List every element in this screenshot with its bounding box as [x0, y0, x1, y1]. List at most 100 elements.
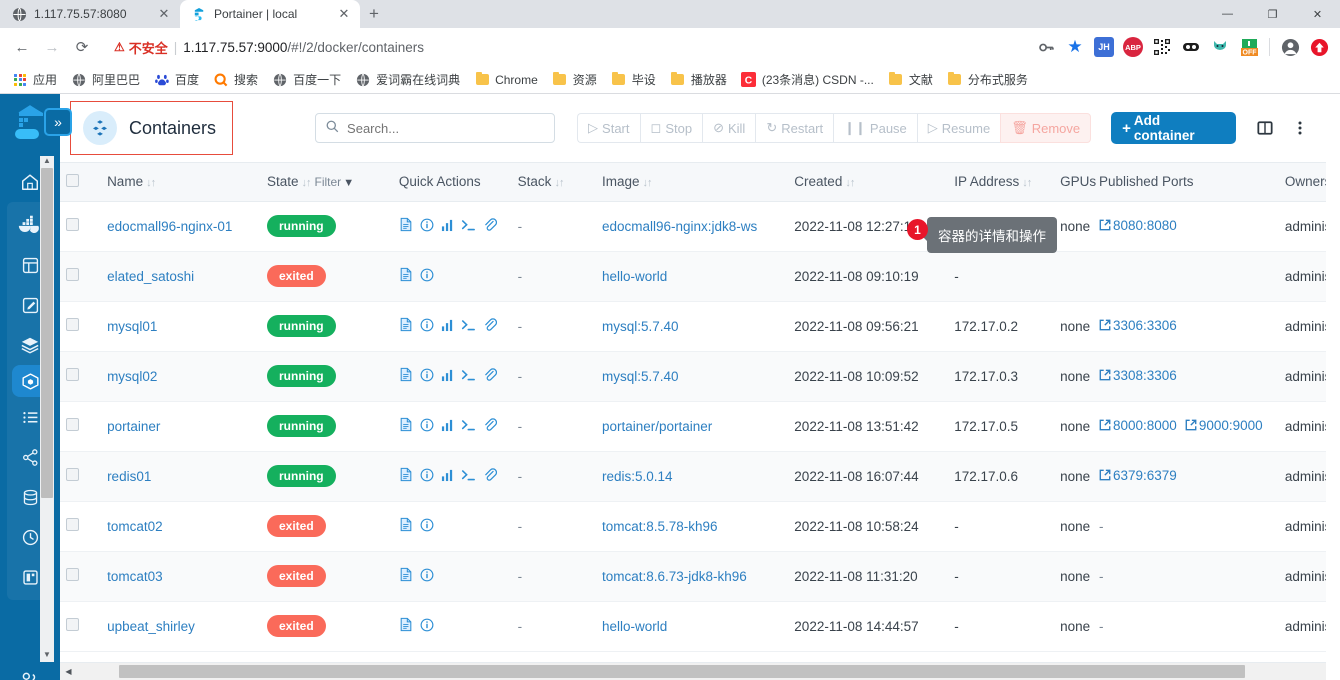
table-row[interactable]: tomcat02 exited - tomcat:8.5.78-kh96 2022-11… — [60, 501, 1326, 552]
table-row[interactable]: mysql01 running - mysql:5.7.40 2022-11-08 09… — [60, 301, 1326, 352]
column-header-stack[interactable]: Stack ↓↑ — [511, 163, 596, 202]
bookmark-fenbushi[interactable]: 分布式服务 — [941, 68, 1034, 91]
logs-icon[interactable] — [399, 217, 413, 235]
container-name-link[interactable]: tomcat03 — [107, 569, 163, 584]
image-link[interactable]: tomcat:8.6.73-jdk8-kh96 — [602, 569, 747, 584]
image-link[interactable]: portainer/portainer — [602, 419, 712, 434]
kebab-menu-icon[interactable] — [1289, 116, 1312, 140]
row-select-cell[interactable] — [60, 351, 102, 402]
profile-avatar-icon[interactable] — [1277, 34, 1303, 60]
row-checkbox[interactable] — [66, 418, 79, 431]
cell-name[interactable]: upbeat_shirley — [101, 601, 261, 652]
image-link[interactable]: tomcat:8.5.78-kh96 — [602, 519, 718, 534]
scrollbar-track[interactable] — [77, 662, 1326, 680]
table-row[interactable]: redis01 running - redis:5.0.14 2022-11-08 16… — [60, 451, 1326, 502]
bookmark-star-icon[interactable]: ★ — [1062, 34, 1088, 60]
table-row[interactable]: elated_satoshi exited - hello-world 2022-11-… — [60, 251, 1326, 302]
cell-name[interactable]: redis01 — [101, 451, 261, 502]
row-checkbox[interactable] — [66, 218, 79, 231]
attach-icon[interactable] — [483, 317, 497, 335]
table-row[interactable]: portainer running - portainer/portainer 2022… — [60, 401, 1326, 452]
cell-name[interactable]: mysql02 — [101, 351, 261, 402]
cell-name[interactable]: mysql01 — [101, 301, 261, 352]
row-checkbox[interactable] — [66, 368, 79, 381]
back-button[interactable]: ← — [8, 33, 36, 61]
row-checkbox[interactable] — [66, 268, 79, 281]
attach-icon[interactable] — [483, 367, 497, 385]
logs-icon[interactable] — [399, 467, 413, 485]
select-all-header[interactable] — [60, 163, 102, 202]
row-checkbox[interactable] — [66, 568, 79, 581]
image-link[interactable]: redis:5.0.14 — [602, 469, 673, 484]
new-tab-button[interactable]: + — [360, 0, 388, 28]
info-icon[interactable] — [420, 218, 434, 235]
attach-icon[interactable] — [483, 417, 497, 435]
close-window-button[interactable]: ✕ — [1295, 0, 1340, 28]
filter-label[interactable]: Filter — [315, 175, 342, 189]
logs-icon[interactable] — [399, 517, 413, 535]
column-header-state[interactable]: State ↓↑ Filter ▼ — [260, 163, 393, 202]
cell-name[interactable]: elated_satoshi — [101, 251, 261, 302]
row-checkbox[interactable] — [66, 318, 79, 331]
sidebar-item-users[interactable] — [8, 660, 52, 680]
bookmark-chrome[interactable]: Chrome — [468, 69, 544, 91]
published-port-link[interactable]: 9000:9000 — [1185, 418, 1263, 433]
scrollbar-thumb[interactable] — [119, 664, 1245, 678]
attach-icon[interactable] — [483, 467, 497, 485]
info-icon[interactable] — [420, 468, 434, 485]
pause-button[interactable]: ❙❙ Pause — [833, 113, 917, 143]
console-icon[interactable] — [461, 418, 476, 435]
page-vertical-scrollbar[interactable] — [1326, 94, 1340, 680]
browser-tab-1[interactable]: 1.117.75.57:8080 ✕ — [0, 0, 180, 28]
bookmark-iciba[interactable]: 爱词霸在线词典 — [349, 68, 466, 91]
row-select-cell[interactable] — [60, 601, 102, 652]
stats-icon[interactable] — [441, 368, 454, 385]
update-icon[interactable] — [1306, 34, 1332, 60]
bookmark-search[interactable]: 搜索 — [207, 68, 264, 91]
scroll-up-arrow[interactable]: ▲ — [43, 156, 51, 168]
close-icon[interactable]: ✕ — [336, 6, 352, 22]
cell-image[interactable]: redis:5.0.14 — [595, 451, 789, 502]
column-header-ip-address[interactable]: IP Address ↓↑ — [948, 163, 1055, 202]
table-row[interactable]: upbeat_shirley exited - hello-world 2022-11-… — [60, 601, 1326, 652]
column-header-image[interactable]: Image ↓↑ — [595, 163, 789, 202]
bookmark-baidu-yixia[interactable]: 百度一下 — [266, 68, 347, 91]
published-port-link[interactable]: 6379:6379 — [1099, 468, 1177, 483]
row-select-cell[interactable] — [60, 251, 102, 302]
info-icon[interactable] — [420, 318, 434, 335]
minimize-button[interactable]: — — [1205, 0, 1250, 28]
image-link[interactable]: edocmall96-nginx:jdk8-ws — [602, 219, 757, 234]
cell-image[interactable]: tomcat:8.5.78-kh96 — [595, 501, 789, 552]
restart-button[interactable]: ↻ Restart — [755, 113, 834, 143]
cell-image[interactable]: edocmall96-nginx:jdk8-ws — [595, 201, 789, 252]
console-icon[interactable] — [461, 468, 476, 485]
extension-adblock-icon[interactable]: ABP — [1120, 34, 1146, 60]
not-secure-indicator[interactable]: ⚠ 不安全 — [114, 38, 168, 57]
stats-icon[interactable] — [441, 318, 454, 335]
info-icon[interactable] — [420, 618, 434, 635]
extension-qrcode-icon[interactable] — [1149, 34, 1175, 60]
browser-tab-2[interactable]: Portainer | local ✕ — [180, 0, 360, 28]
row-select-cell[interactable] — [60, 301, 102, 352]
bookmark-apps[interactable]: 应用 — [6, 68, 63, 91]
container-name-link[interactable]: mysql01 — [107, 319, 157, 334]
search-box[interactable] — [315, 113, 556, 143]
container-name-link[interactable]: elated_satoshi — [107, 269, 194, 284]
console-icon[interactable] — [461, 218, 476, 235]
table-row[interactable]: edocmall96-nginx-01 running - edocmall96-ng… — [60, 201, 1326, 252]
cell-image[interactable]: mysql:5.7.40 — [595, 301, 789, 352]
console-icon[interactable] — [461, 368, 476, 385]
cell-name[interactable]: portainer — [101, 401, 261, 452]
logs-icon[interactable] — [399, 567, 413, 585]
extension-off-icon[interactable]: OFF — [1236, 34, 1262, 60]
image-link[interactable]: hello-world — [602, 269, 667, 284]
logs-icon[interactable] — [399, 417, 413, 435]
start-button[interactable]: ▷ Start — [577, 113, 640, 143]
columns-icon[interactable] — [1254, 116, 1277, 140]
add-container-button[interactable]: + Add container — [1111, 112, 1236, 144]
published-port-link[interactable]: 8000:8000 — [1099, 418, 1177, 433]
published-port-link[interactable]: 3306:3306 — [1099, 318, 1177, 333]
row-select-cell[interactable] — [60, 401, 102, 452]
row-select-cell[interactable] — [60, 501, 102, 552]
cell-name[interactable]: edocmall96-nginx-01 — [101, 201, 261, 252]
